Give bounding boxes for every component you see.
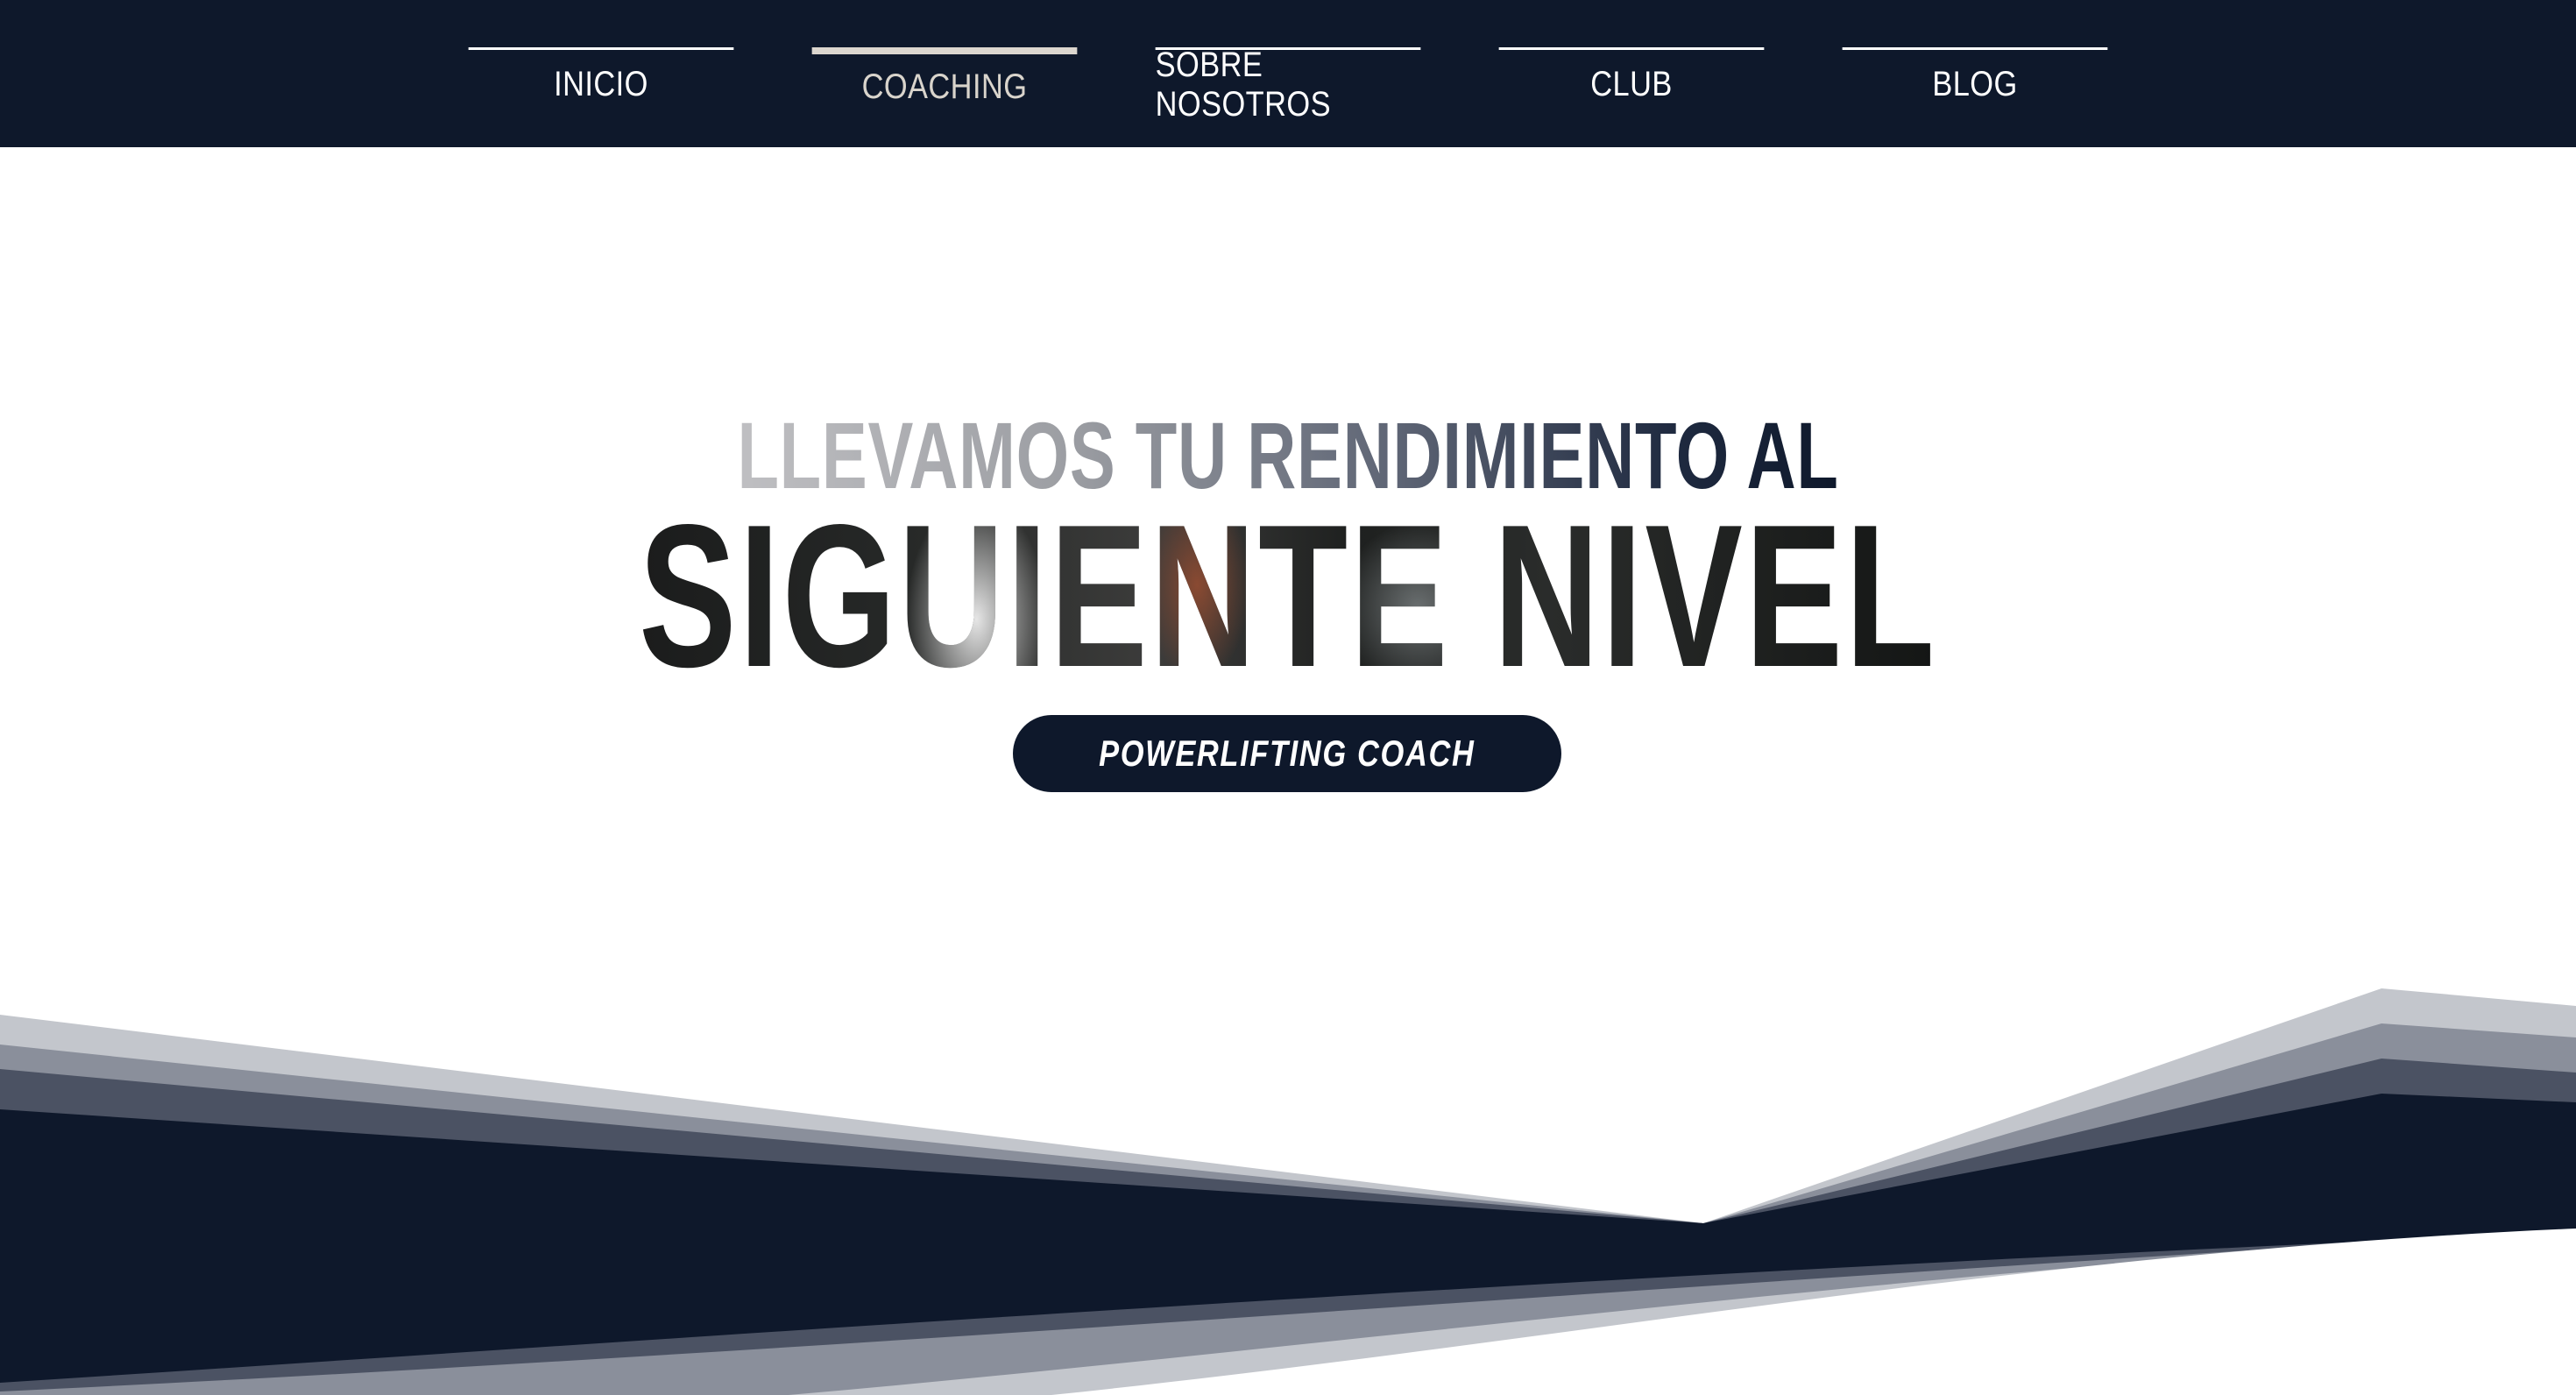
hero-heading: SIGUIENTE NIVEL — [361, 483, 2216, 710]
nav-item-sobre-nosotros[interactable]: SOBRE NOSOTROS — [1155, 46, 1421, 124]
powerlifting-coach-label: POWERLIFTING COACH — [1099, 733, 1476, 774]
hero-heading-text: SIGUIENTE NIVEL — [639, 483, 1937, 710]
nav-item-label: SOBRE NOSOTROS — [1155, 45, 1331, 124]
nav-item-coaching[interactable]: COACHING — [811, 47, 1078, 114]
nav-item-blog[interactable]: BLOG — [1842, 47, 2108, 114]
nav-item-label: BLOG — [1932, 65, 2018, 103]
nav-menu: INICIO COACHING SOBRE NOSOTROS CLUB BLOG — [447, 46, 2129, 124]
nav-item-label: INICIO — [554, 65, 648, 103]
nav-item-inicio[interactable]: INICIO — [468, 47, 734, 114]
nav-item-label: COACHING — [861, 67, 1028, 106]
page: INICIO COACHING SOBRE NOSOTROS CLUB BLOG… — [0, 0, 2576, 1395]
decorative-wave-background — [0, 988, 2576, 1395]
powerlifting-coach-button[interactable]: POWERLIFTING COACH — [1013, 715, 1561, 792]
nav-item-label: CLUB — [1590, 65, 1673, 103]
nav-item-club[interactable]: CLUB — [1498, 47, 1765, 114]
top-navigation-bar: INICIO COACHING SOBRE NOSOTROS CLUB BLOG — [0, 0, 2576, 147]
